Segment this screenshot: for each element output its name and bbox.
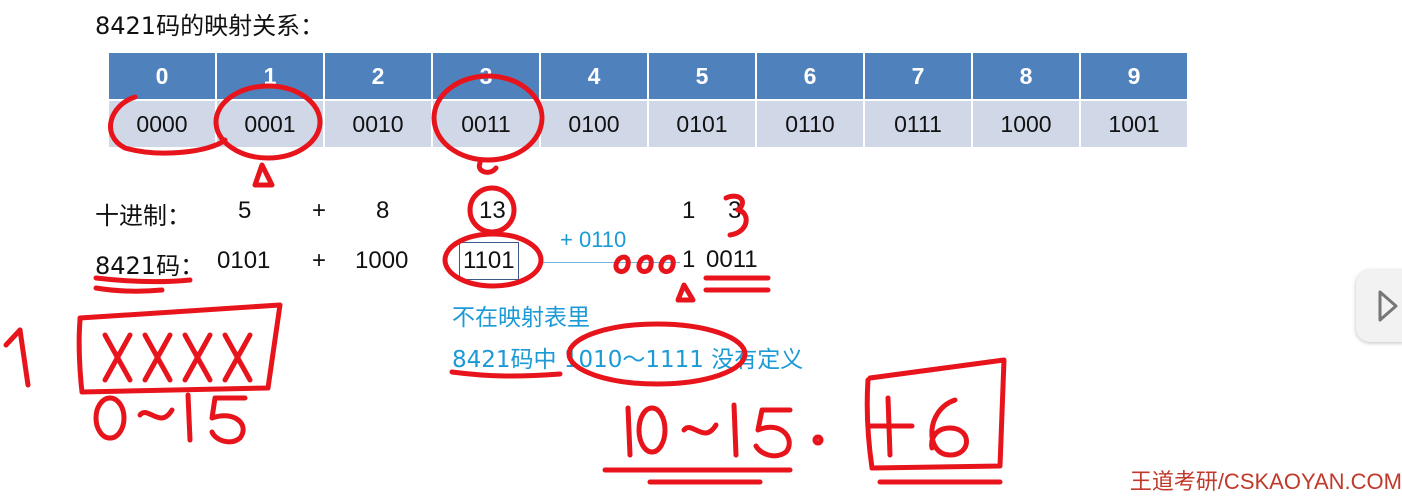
- code-cell: 0000: [107, 99, 217, 149]
- code-cell: 0001: [215, 99, 325, 149]
- bcd-b: 1000: [355, 247, 409, 274]
- code-cell: 0100: [539, 99, 649, 149]
- code-cell: 0011: [431, 99, 541, 149]
- code-cell: 1001: [1079, 99, 1189, 149]
- bcd-label: 8421码：: [95, 252, 205, 280]
- decimal-a: 5: [238, 197, 252, 224]
- correction-arrow: [540, 262, 680, 263]
- decimal-label: 十进制：: [95, 202, 191, 230]
- bcd-final-low: 0011: [706, 246, 758, 273]
- play-icon: [1378, 290, 1398, 322]
- decimal-b: 8: [376, 197, 390, 224]
- code-cell: 0110: [755, 99, 865, 149]
- bcd-a: 0101: [217, 247, 271, 274]
- code-cell: 1000: [971, 99, 1081, 149]
- digit-cell: 5: [647, 51, 757, 101]
- decimal-plus: +: [312, 197, 327, 224]
- mapping-table: 0 1 2 3 4 5 6 7 8 9 0000 0001 0010 0011 …: [107, 51, 1189, 149]
- note-not-in-table: 不在映射表里: [452, 305, 590, 331]
- table-code-row: 0000 0001 0010 0011 0100 0101 0110 0111 …: [107, 99, 1189, 149]
- table-header-row: 0 1 2 3 4 5 6 7 8 9: [107, 51, 1189, 101]
- digit-cell: 4: [539, 51, 649, 101]
- page-title: 8421码的映射关系：: [95, 12, 325, 40]
- watermark: 王道考研/CSKAOYAN.COM: [1129, 469, 1402, 494]
- note-undefined: 8421码中 1010～1111 没有定义: [452, 347, 804, 373]
- decimal-result-tens: 1: [682, 197, 696, 224]
- code-cell: 0101: [647, 99, 757, 149]
- bcd-final-high: 1: [682, 246, 696, 273]
- correction-label: + 0110: [560, 227, 627, 252]
- bcd-plus: +: [312, 247, 327, 274]
- play-button[interactable]: [1356, 270, 1402, 342]
- decimal-result: 13: [479, 197, 506, 224]
- code-cell: 0111: [863, 99, 973, 149]
- bcd-result: 1101: [459, 242, 519, 280]
- digit-cell: 7: [863, 51, 973, 101]
- decimal-result-ones: 3: [728, 197, 742, 224]
- code-cell: 0010: [323, 99, 433, 149]
- digit-cell: 3: [431, 51, 541, 101]
- digit-cell: 0: [107, 51, 217, 101]
- digit-cell: 8: [971, 51, 1081, 101]
- digit-cell: 6: [755, 51, 865, 101]
- digit-cell: 9: [1079, 51, 1189, 101]
- digit-cell: 2: [323, 51, 433, 101]
- digit-cell: 1: [215, 51, 325, 101]
